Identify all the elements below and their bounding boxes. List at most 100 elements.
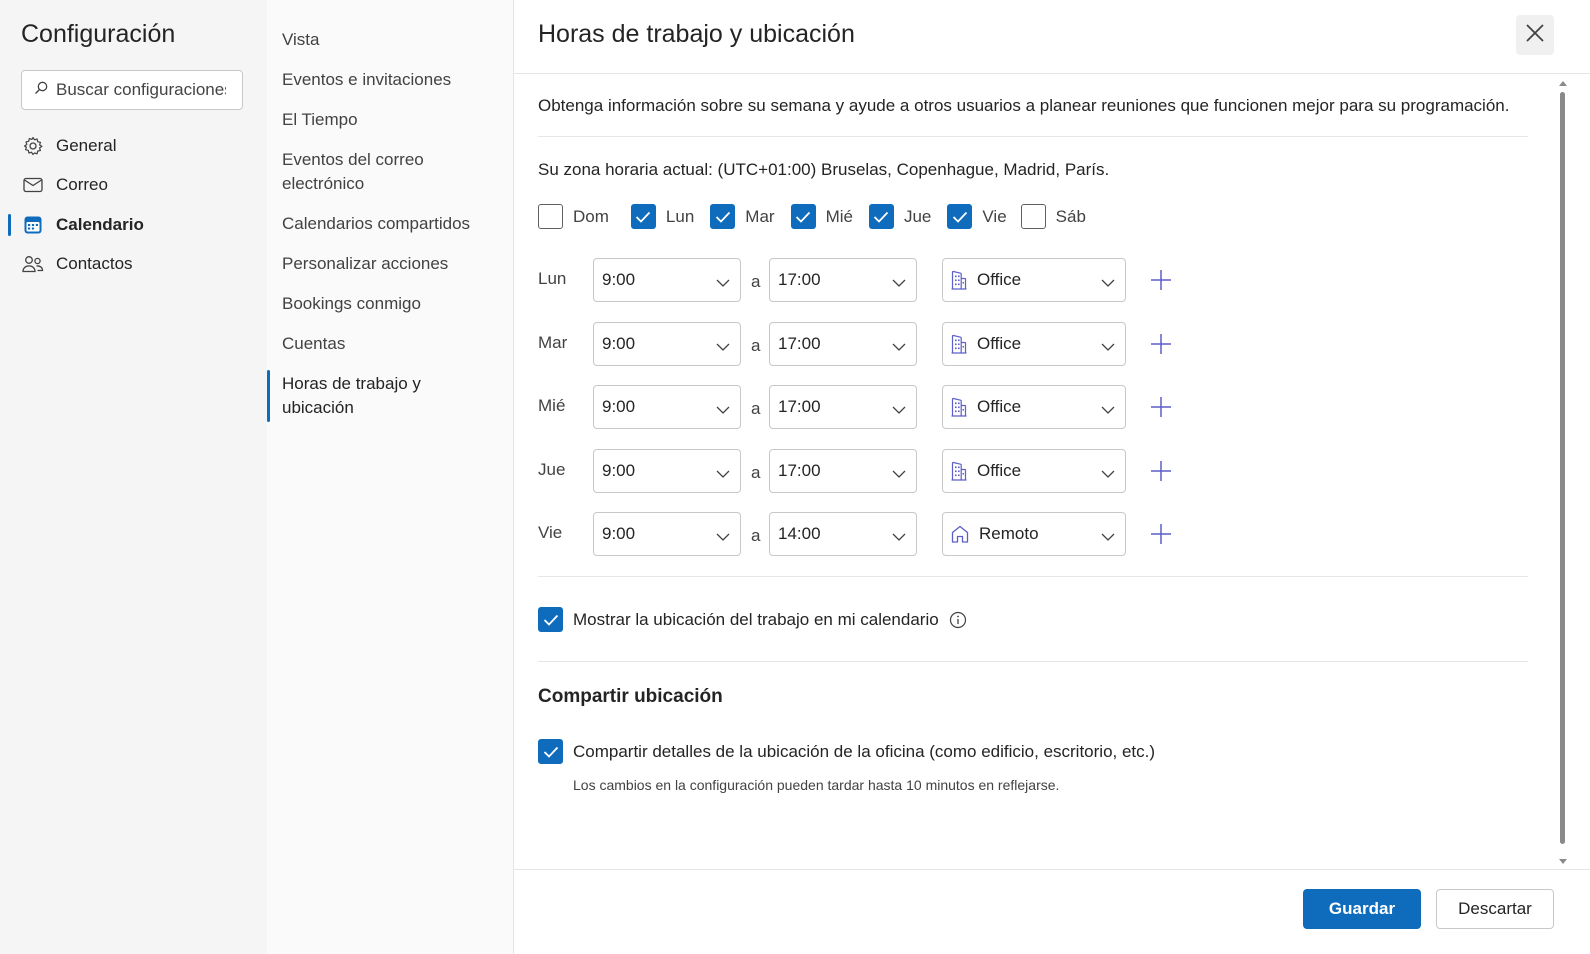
nav-item-mail[interactable]: Correo (0, 166, 267, 206)
close-icon (1525, 23, 1545, 48)
day-checkbox[interactable] (630, 204, 656, 229)
subnav-item-work-hours[interactable]: Horas de trabajo y ubicación (267, 364, 457, 428)
plus-icon (1150, 523, 1172, 545)
chevron-down-icon (1101, 463, 1115, 483)
save-button[interactable]: Guardar (1303, 889, 1421, 929)
schedule-day-label: Mar (538, 332, 568, 352)
location-dropdown[interactable]: Office (942, 448, 1126, 493)
location-dropdown[interactable]: Office (942, 321, 1126, 366)
start-time-dropdown[interactable]: 9:00 (593, 512, 741, 556)
home-icon (951, 525, 969, 543)
share-location-heading: Compartir ubicación (538, 686, 723, 707)
end-time-value: 17:00 (778, 333, 821, 353)
share-details-option[interactable]: Compartir detalles de la ubicación de la… (538, 739, 1155, 764)
end-time-dropdown[interactable]: 17:00 (769, 258, 917, 302)
chevron-down-icon (1101, 272, 1115, 292)
day-checkbox-label: Sáb (1055, 206, 1086, 226)
calendar-subnav: Vista Eventos e invitaciones El Tiempo E… (267, 0, 514, 954)
day-checkbox[interactable] (947, 204, 973, 229)
to-label: a (751, 272, 761, 291)
day-checkbox-label: Dom (573, 206, 609, 226)
discard-button[interactable]: Descartar (1436, 889, 1554, 929)
subnav-item-customize-actions[interactable]: Personalizar acciones (267, 244, 514, 284)
close-button[interactable] (1516, 15, 1554, 55)
end-time-value: 17:00 (778, 270, 821, 289)
nav-item-contacts[interactable]: Contactos (0, 245, 267, 285)
day-checkbox[interactable] (1020, 204, 1046, 229)
day-checkbox-option[interactable]: Mié (790, 204, 853, 229)
add-time-slot-button[interactable] (1148, 267, 1174, 293)
day-checkbox-label: Jue (903, 206, 932, 226)
show-location-checkbox[interactable] (538, 607, 563, 632)
end-time-value: 14:00 (778, 524, 821, 543)
schedule-row: Vie 9:00 a 14:00 Remoto (538, 512, 1178, 556)
location-dropdown[interactable]: Office (942, 258, 1126, 302)
day-checkbox-option[interactable]: Vie (947, 204, 1007, 229)
subnav-item-view[interactable]: Vista (267, 20, 514, 60)
chevron-down-icon (892, 272, 906, 292)
day-checkbox-option[interactable]: Lun (630, 204, 694, 229)
start-time-dropdown[interactable]: 9:00 (593, 448, 741, 493)
subnav-item-bookings[interactable]: Bookings conmigo (267, 284, 514, 324)
day-checkbox-option[interactable]: Jue (868, 204, 932, 229)
day-checkbox[interactable] (710, 204, 736, 229)
nav-item-label: Contactos (56, 254, 133, 274)
end-time-dropdown[interactable]: 14:00 (769, 512, 917, 556)
chevron-down-icon (716, 463, 730, 483)
day-checkbox-option[interactable]: Sáb (1020, 204, 1086, 229)
day-checkbox[interactable] (538, 204, 563, 229)
info-icon[interactable] (949, 611, 967, 629)
chevron-down-icon (1101, 526, 1115, 546)
building-icon (951, 334, 967, 354)
subnav-item-weather[interactable]: El Tiempo (267, 100, 514, 140)
subnav-item-events-invitations[interactable]: Eventos e invitaciones (267, 60, 514, 100)
plus-icon (1150, 396, 1172, 418)
day-checkbox-label: Mié (825, 206, 853, 226)
chevron-down-icon (716, 272, 730, 292)
add-time-slot-button[interactable] (1148, 331, 1174, 357)
nav-item-calendar[interactable]: Calendario (0, 205, 267, 245)
gear-icon (22, 135, 44, 157)
chevron-down-icon (1101, 336, 1115, 356)
day-checkbox-option[interactable]: Dom (538, 204, 609, 229)
day-checkbox[interactable] (868, 204, 894, 229)
end-time-value: 17:00 (778, 460, 821, 480)
plus-icon (1150, 269, 1172, 291)
start-time-value: 9:00 (602, 270, 636, 289)
location-dropdown[interactable]: Remoto (942, 512, 1126, 556)
building-icon (951, 461, 967, 481)
nav-item-general[interactable]: General (0, 126, 267, 166)
chevron-down-icon (716, 526, 730, 546)
add-time-slot-button[interactable] (1148, 458, 1174, 484)
search-input[interactable] (56, 80, 226, 100)
chevron-down-icon (716, 399, 730, 419)
subnav-item-shared-calendars[interactable]: Calendarios compartidos (267, 204, 514, 244)
to-label: a (751, 399, 761, 418)
end-time-dropdown[interactable]: 17:00 (769, 321, 917, 366)
day-checkbox-option[interactable]: Mar (710, 204, 775, 229)
add-time-slot-button[interactable] (1148, 394, 1174, 420)
nav-item-label: General (56, 135, 117, 155)
people-icon (22, 253, 44, 275)
end-time-dropdown[interactable]: 17:00 (769, 448, 917, 493)
start-time-dropdown[interactable]: 9:00 (593, 321, 741, 366)
location-dropdown[interactable]: Office (942, 385, 1126, 429)
scrollbar-thumb[interactable] (1560, 92, 1565, 844)
to-label: a (751, 335, 761, 355)
start-time-dropdown[interactable]: 9:00 (593, 258, 741, 302)
schedule-day-label: Lun (538, 269, 567, 288)
subnav-item-email-events[interactable]: Eventos del correo electrónico (267, 140, 467, 204)
scrollbar[interactable] (1559, 80, 1567, 865)
subnav-item-accounts[interactable]: Cuentas (267, 324, 514, 364)
page-title: Horas de trabajo y ubicación (538, 20, 855, 48)
share-details-checkbox[interactable] (538, 739, 563, 764)
start-time-dropdown[interactable]: 9:00 (593, 385, 741, 429)
add-time-slot-button[interactable] (1148, 521, 1174, 547)
schedule-row: Mar 9:00 a 17:00 Office (538, 321, 1178, 366)
end-time-dropdown[interactable]: 17:00 (769, 385, 917, 429)
footer-divider (514, 869, 1590, 870)
search-box[interactable] (21, 70, 243, 110)
start-time-value: 9:00 (602, 333, 636, 353)
day-checkbox[interactable] (790, 204, 816, 229)
show-location-option[interactable]: Mostrar la ubicación del trabajo en mi c… (538, 607, 967, 632)
